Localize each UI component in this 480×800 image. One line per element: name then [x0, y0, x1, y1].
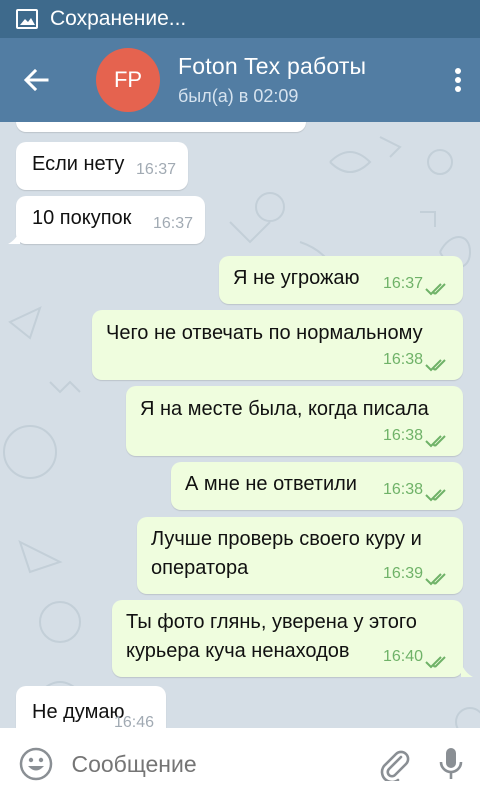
message-time: 16:39 — [382, 565, 423, 582]
chat-messages-area[interactable]: 16:37 Если нету 16:37 10 покупок 16:37 Я… — [0, 122, 480, 728]
message-bubble-outgoing[interactable]: Я на месте была, когда писала 16:38 — [126, 386, 463, 456]
message-bubble-incoming[interactable]: Не думаю 16:46 — [16, 686, 166, 728]
attach-button[interactable] — [367, 728, 421, 800]
message-time: 16:38 — [382, 481, 423, 498]
image-icon — [16, 9, 38, 29]
last-seen-status: был(а) в 02:09 — [178, 86, 299, 106]
double-check-icon — [425, 656, 446, 669]
message-bubble-outgoing[interactable]: А мне не ответили 16:38 — [171, 462, 463, 510]
arrow-left-icon — [23, 69, 49, 91]
message-bubble-partial[interactable]: 16:37 — [16, 122, 306, 132]
more-menu-button[interactable] — [436, 38, 480, 122]
message-time: 16:46 — [113, 714, 154, 728]
chat-title: Foton Tex работы — [178, 53, 367, 79]
chat-title-block[interactable]: Foton Tex работы был(а) в 02:09 — [178, 53, 436, 107]
message-time: 16:38 — [382, 427, 423, 444]
more-vertical-icon — [455, 68, 461, 92]
message-time: 16:37 — [254, 122, 294, 130]
double-check-icon — [425, 283, 446, 296]
message-text: Ты фото глянь, уверена у этого курьера к… — [126, 611, 417, 662]
message-bubble-incoming[interactable]: Если нету 16:37 — [16, 142, 188, 190]
message-text: Я не угрожаю — [233, 267, 360, 289]
bubble-tail — [8, 230, 20, 244]
back-button[interactable] — [0, 38, 72, 122]
message-input[interactable] — [71, 750, 368, 778]
status-text: Сохранение... — [50, 7, 187, 30]
message-time: 16:38 — [382, 351, 423, 368]
message-text: А мне не ответили — [185, 473, 357, 495]
message-text: Не думаю — [32, 701, 125, 723]
avatar[interactable]: FP — [96, 48, 160, 112]
message-bubble-incoming[interactable]: 10 покупок 16:37 — [16, 196, 205, 244]
message-bubble-outgoing[interactable]: Я не угрожаю 16:37 — [219, 256, 463, 304]
emoji-button[interactable] — [0, 728, 71, 800]
message-bubble-outgoing[interactable]: Чего не отвечать по нормальному 16:38 — [92, 310, 463, 380]
double-check-icon — [425, 489, 446, 502]
chat-header: FP Foton Tex работы был(а) в 02:09 — [0, 38, 480, 122]
message-text: Чего не отвечать по нормальному — [106, 322, 423, 344]
message-time: 16:37 — [135, 161, 176, 178]
message-bubble-outgoing[interactable]: Лучше проверь своего куру и оператора 16… — [137, 517, 463, 594]
emoji-icon — [19, 747, 52, 781]
message-text: Если нету — [32, 153, 125, 175]
microphone-icon — [439, 748, 462, 779]
message-composer — [0, 728, 480, 800]
paperclip-icon — [381, 750, 410, 781]
message-text: 10 покупок — [32, 207, 132, 229]
message-time: 16:37 — [152, 215, 193, 232]
message-time: 16:37 — [382, 275, 423, 292]
message-time: 16:40 — [382, 648, 423, 665]
message-text: Я на месте была, когда писала — [140, 398, 429, 420]
message-bubble-outgoing[interactable]: Ты фото глянь, уверена у этого курьера к… — [112, 600, 463, 677]
status-bar: Сохранение... — [0, 0, 480, 38]
microphone-button[interactable] — [421, 728, 480, 800]
message-text: Лучше проверь своего куру и оператора — [151, 528, 422, 579]
double-check-icon — [425, 573, 446, 586]
bubble-tail — [461, 663, 473, 677]
double-check-icon — [425, 435, 446, 448]
double-check-icon — [425, 359, 446, 372]
